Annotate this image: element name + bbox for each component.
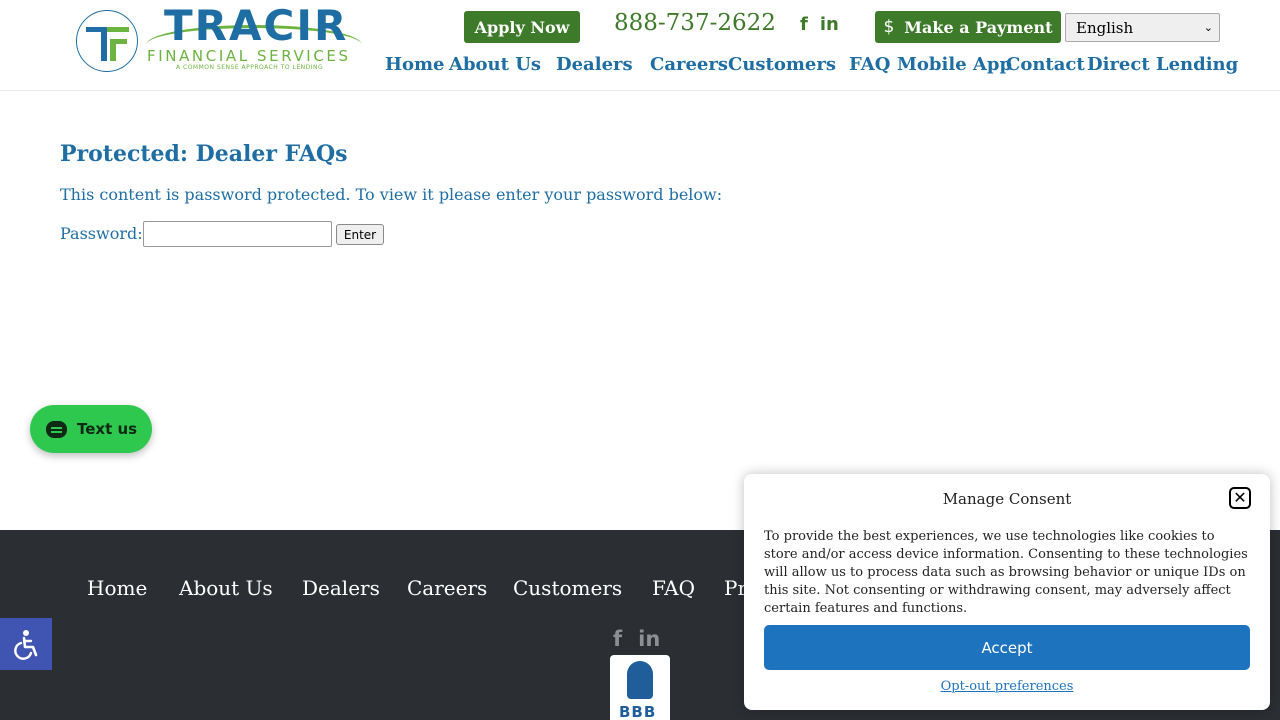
accept-button[interactable]: Accept <box>764 625 1250 670</box>
footer-nav-about-us[interactable]: About Us <box>179 576 273 600</box>
chevron-down-icon: ⌄ <box>1203 21 1213 34</box>
logo-subtitle: FINANCIAL SERVICES <box>147 47 351 65</box>
nav-careers[interactable]: Careers <box>650 54 728 78</box>
opt-out-link[interactable]: Opt-out preferences <box>744 679 1270 694</box>
linkedin-icon[interactable]: in <box>820 14 839 35</box>
footer-nav-faq[interactable]: FAQ <box>652 576 695 600</box>
bbb-badge[interactable]: BBB <box>610 655 670 720</box>
make-payment-label: Make a Payment <box>904 17 1053 37</box>
nav-faq[interactable]: FAQ <box>849 54 890 78</box>
footer-nav-customers[interactable]: Customers <box>513 576 622 600</box>
page-title: Protected: Dealer FAQs <box>60 141 348 167</box>
password-field[interactable] <box>143 221 332 247</box>
nav-customers[interactable]: Customers <box>728 54 836 78</box>
footer-nav-dealers[interactable]: Dealers <box>302 576 380 600</box>
consent-text: To provide the best experiences, we use … <box>764 529 1248 616</box>
footer-nav-home[interactable]: Home <box>87 576 147 600</box>
language-select[interactable]: English ⌄ <box>1065 13 1220 42</box>
header-social-links: f in <box>800 14 839 35</box>
footer-social-links: f in <box>613 627 660 651</box>
facebook-icon[interactable]: f <box>800 14 808 35</box>
site-logo[interactable]: TRACIR FINANCIAL SERVICES A COMMON SENSE… <box>76 5 362 73</box>
nav-contact[interactable]: Contact <box>1006 54 1085 78</box>
bbb-torch-icon <box>627 661 653 699</box>
language-selected: English <box>1076 18 1134 37</box>
logo-tagline: A COMMON SENSE APPROACH TO LENDING <box>176 64 324 71</box>
logo-mark-icon <box>76 10 138 72</box>
nav-dealers[interactable]: Dealers <box>556 54 633 78</box>
nav-mobile-app[interactable]: Mobile App <box>897 54 1012 78</box>
accessibility-button[interactable] <box>0 618 52 670</box>
make-payment-button[interactable]: $ Make a Payment <box>875 11 1061 43</box>
phone-number-link[interactable]: 888-737-2622 <box>614 10 776 36</box>
site-header: TRACIR FINANCIAL SERVICES A COMMON SENSE… <box>0 0 1280 91</box>
apply-now-button[interactable]: Apply Now <box>464 11 580 43</box>
footer-nav-careers[interactable]: Careers <box>407 576 487 600</box>
facebook-icon[interactable]: f <box>613 627 622 651</box>
password-label: Password: <box>60 224 143 243</box>
nav-direct-lending[interactable]: Direct Lending <box>1087 54 1238 78</box>
enter-button[interactable]: Enter <box>336 224 384 245</box>
nav-home[interactable]: Home <box>385 54 445 78</box>
consent-title: Manage Consent <box>942 490 1072 508</box>
text-us-label: Text us <box>77 420 138 438</box>
close-icon[interactable]: ✕ <box>1229 487 1251 509</box>
logo-wordmark: TRACIR <box>164 1 349 50</box>
consent-dialog: Manage Consent ✕ To provide the best exp… <box>744 474 1270 710</box>
wheelchair-icon <box>14 630 38 660</box>
linkedin-icon[interactable]: in <box>638 627 660 651</box>
nav-about-us[interactable]: About Us <box>449 54 541 78</box>
text-us-button[interactable]: Text us <box>30 405 152 453</box>
bbb-label: BBB <box>619 703 657 720</box>
password-notice: This content is password protected. To v… <box>60 185 723 204</box>
chat-bubble-icon <box>46 420 67 438</box>
dollar-icon: $ <box>883 17 895 37</box>
